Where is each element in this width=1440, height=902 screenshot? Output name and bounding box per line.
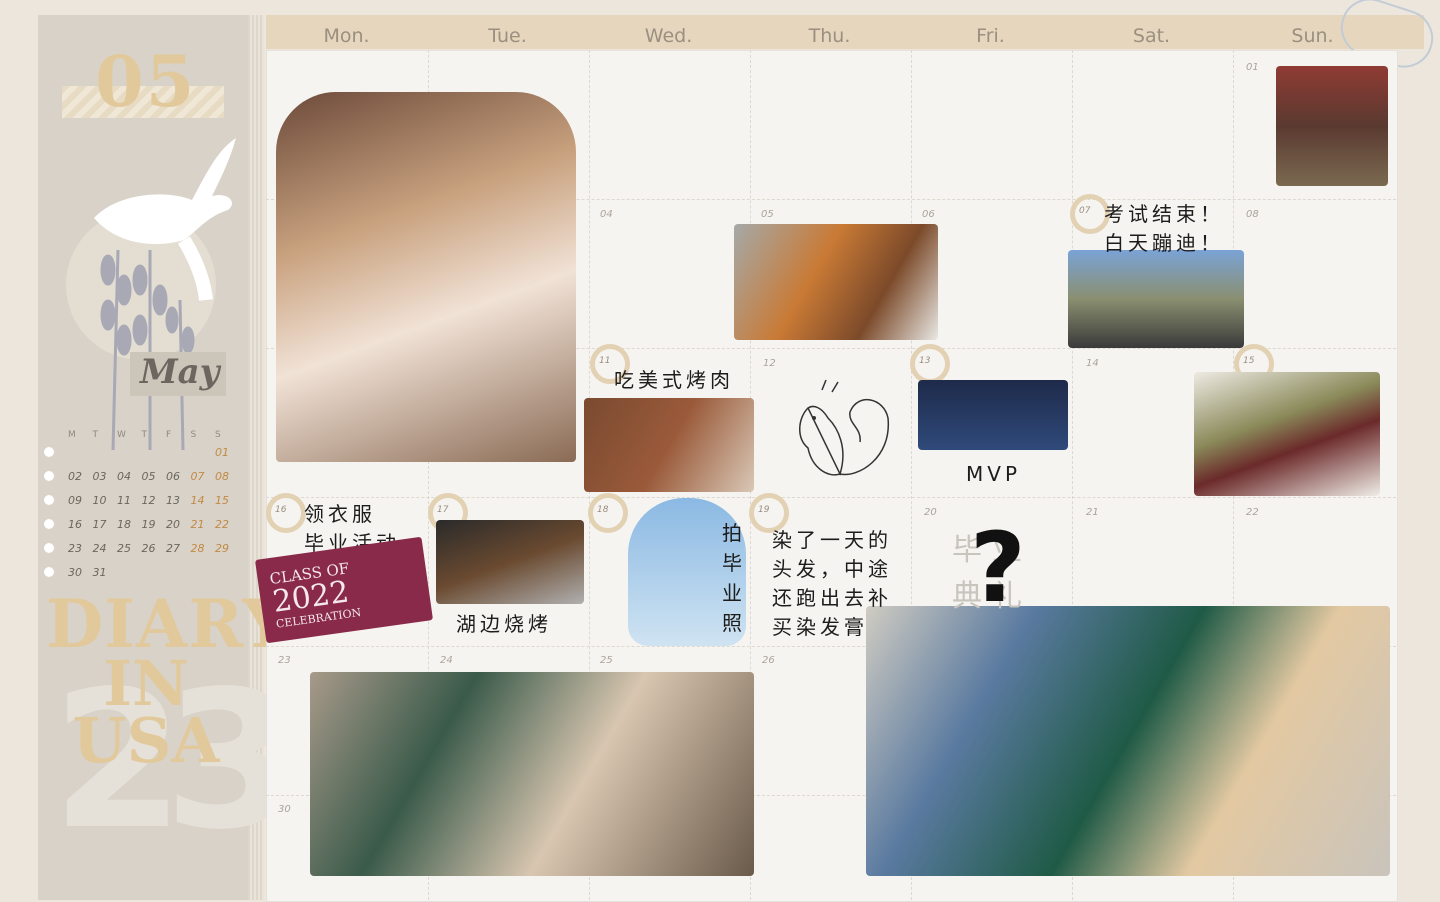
day-number: 26	[762, 655, 775, 666]
day-number: 20	[924, 507, 937, 518]
mini-calendar-day: 31	[92, 565, 107, 579]
day-ring: 16	[266, 493, 306, 533]
weekday-header: Mon. Tue. Wed. Thu. Fri. Sat. Sun.	[266, 15, 1424, 49]
day-number: 04	[600, 209, 613, 220]
mini-calendar-day: 06	[166, 469, 180, 483]
mini-calendar-day: 03	[92, 469, 107, 483]
mini-calendar-day: 22	[215, 517, 229, 531]
mini-calendar-day: 19	[141, 517, 156, 531]
rabbit-and-plants-illustration	[94, 138, 236, 450]
mini-calendar-row: 09 10 11 12 13 14 15	[44, 488, 240, 512]
month-number: 05	[95, 40, 197, 123]
question-mark: ?	[970, 512, 1026, 624]
mini-calendar-day: 26	[141, 541, 156, 555]
mini-calendar-day: 16	[68, 517, 82, 531]
mini-calendar-day: 20	[166, 517, 180, 531]
day-number: 24	[440, 655, 453, 666]
graduation-group-photo	[866, 606, 1390, 876]
day-number: 23	[278, 655, 291, 666]
diary-title: DIARY IN USA	[46, 585, 291, 777]
mini-calendar-day: 01	[215, 445, 229, 459]
weekday-mon: Mon.	[323, 25, 370, 47]
day-number: 06	[922, 209, 935, 220]
mini-calendar-day: 15	[215, 493, 229, 507]
weekday-wed: Wed.	[644, 25, 693, 47]
friends-group-photo	[310, 672, 754, 876]
mini-calendar-day: 28	[190, 541, 205, 555]
mini-calendar-day: 04	[117, 469, 131, 483]
mini-calendar-day: 12	[141, 493, 156, 507]
mini-calendar-day: 02	[68, 469, 82, 483]
squirrel-doodle-icon	[799, 379, 889, 477]
diary-line-3: USA	[72, 703, 220, 777]
bullet-dot-icon	[44, 567, 54, 577]
mini-calendar-day: 29	[215, 541, 229, 555]
weekday-fri: Fri.	[976, 25, 1005, 47]
day-number: 25	[600, 655, 613, 666]
outdoor-party-photo	[1068, 250, 1244, 348]
weekday-tue: Tue.	[488, 25, 527, 47]
mini-calendar-day: 05	[141, 469, 156, 483]
day-number: 30	[278, 804, 291, 815]
bullet-dot-icon	[44, 447, 54, 457]
mini-calendar-row: 30 31	[44, 560, 240, 584]
dried-flowers-photo	[1194, 372, 1380, 496]
mini-calendar-day: 11	[117, 493, 131, 507]
note-mvp: MVP	[966, 462, 1021, 486]
bbq-meal-photo	[584, 398, 754, 492]
mini-calendar-day: 25	[117, 541, 131, 555]
mini-calendar-day: 10	[92, 493, 107, 507]
mini-calendar-day: 08	[215, 469, 229, 483]
weekday-thu: Thu.	[808, 25, 851, 47]
day-number: 12	[763, 358, 776, 369]
game-screenshot-photo	[918, 380, 1068, 450]
day-number: 14	[1086, 358, 1099, 369]
day-ring: 18	[588, 493, 628, 533]
note-grad-photo: 拍毕业照	[722, 521, 742, 635]
note-exam-over: 考试结束！ 白天蹦迪！	[1104, 202, 1224, 255]
bullet-dot-icon	[44, 471, 54, 481]
mini-calendar-day: 21	[190, 517, 205, 531]
mini-calendar-day: 09	[68, 493, 82, 507]
day-number: 08	[1246, 209, 1259, 220]
day-number: 22	[1246, 507, 1259, 518]
campfire-photo	[436, 520, 584, 604]
note-lake-bbq: 湖边烧烤	[456, 612, 552, 636]
mini-calendar-day: 27	[166, 541, 180, 555]
mini-calendar-day: 18	[117, 517, 131, 531]
selfie-photo	[276, 92, 576, 462]
month-name: May	[140, 352, 220, 392]
mini-calendar-day: 07	[190, 469, 205, 483]
bullet-dot-icon	[44, 519, 54, 529]
sweet-potato-photo	[734, 224, 938, 340]
day-number: 01	[1246, 62, 1259, 73]
day-number: 05	[761, 209, 774, 220]
mini-calendar-row: 01	[44, 440, 240, 464]
diary-line-1: DIARY	[46, 585, 291, 663]
mini-calendar: MTWTFSS 01 02 03 04 05 06 07 08 09 10 11 12 13 14 15 16…	[44, 430, 240, 584]
mini-calendar-row: 16 17 18 19 20 21 22	[44, 512, 240, 536]
rabbit-icon	[94, 138, 236, 301]
lavender-plants-icon	[100, 249, 195, 450]
mini-calendar-day: 17	[92, 517, 107, 531]
mini-calendar-day: 30	[68, 565, 82, 579]
note-hair-dye: 染了一天的 头发，中途 还跑出去补 买染发膏	[772, 528, 892, 639]
mini-calendar-head: MTWTFSS	[68, 430, 221, 440]
day-number: 21	[1086, 507, 1099, 518]
mini-calendar-row: 02 03 04 05 06 07 08	[44, 464, 240, 488]
little-library-photo	[1276, 66, 1388, 186]
bullet-dot-icon	[44, 495, 54, 505]
day-ring: 13	[910, 344, 950, 384]
bullet-dot-icon	[44, 543, 54, 553]
mini-calendar-row: 23 24 25 26 27 28 29	[44, 536, 240, 560]
mini-calendar-day: 13	[166, 493, 180, 507]
mini-calendar-day: 23	[68, 541, 82, 555]
weekday-sat: Sat.	[1132, 25, 1171, 47]
note-bbq: 吃美式烤肉	[614, 368, 734, 392]
mini-calendar-day: 24	[92, 541, 107, 555]
mini-calendar-day: 14	[190, 493, 205, 507]
